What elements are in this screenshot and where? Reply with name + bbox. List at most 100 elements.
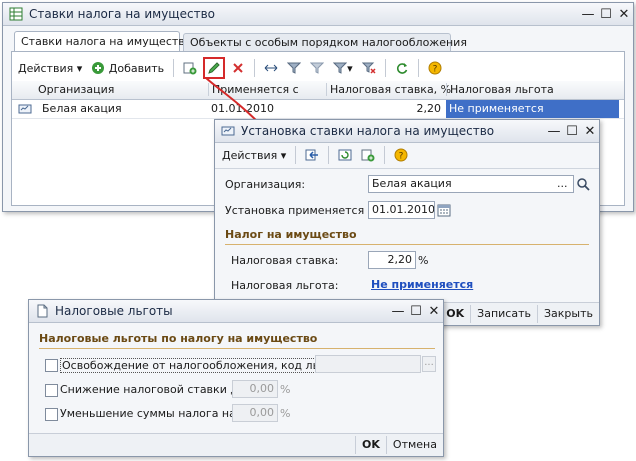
copy-button[interactable] [358,145,378,165]
edit-button[interactable] [203,57,226,79]
search-icon[interactable] [576,177,590,191]
cancel-button[interactable]: Отмена [385,436,443,454]
filter-icon [333,62,348,74]
section-divider [225,244,589,245]
help-icon: ? [394,148,408,162]
refresh-doc-icon [338,149,352,161]
benefits-dialog-titlebar[interactable]: Налоговые льготы — ☐ ✕ [29,300,443,323]
tab-special-objects-label: Объекты с особым порядком налогообложени… [190,36,467,49]
exemption-select-button[interactable]: ... [422,356,436,372]
org-field[interactable]: Белая акация [368,175,574,193]
document-icon [37,304,48,318]
close-icon[interactable]: ✕ [581,124,599,139]
save-close-icon [305,149,319,161]
reread-button[interactable] [335,145,355,165]
close-button[interactable]: Закрыть [537,305,599,323]
delete-button[interactable] [228,58,248,78]
actions-menu[interactable]: Действия ▾ [219,145,289,165]
record-icon [18,104,32,114]
range-button[interactable] [261,58,281,78]
amount-reduction-checkbox[interactable] [45,408,58,421]
main-titlebar[interactable]: Ставки налога на имущество — ☐ ✕ [3,3,633,26]
help-button[interactable]: ? [425,58,445,78]
benefits-section: Налоговые льготы по налогу на имущество [39,332,318,345]
benefits-dialog-title: Налоговые льготы [55,304,173,318]
org-value: Белая акация [372,177,452,190]
column-header-date[interactable]: Применяется с [208,83,328,96]
date-value: 01.01.2010 [372,203,435,216]
toolbar-separator [328,146,330,164]
amount-reduction-field[interactable]: 0,00 [232,404,278,422]
tab-special-objects[interactable]: Объекты с особым порядком налогообложени… [183,33,467,51]
add-button[interactable]: Добавить [88,58,167,78]
svg-text:?: ? [399,152,404,162]
filter-list-button[interactable]: ▾ [330,58,356,78]
toolbar-divider [215,168,599,169]
copy-plus-icon [361,149,375,162]
arrows-horizontal-icon [264,64,278,72]
rate-dialog-title: Установка ставки налога на имущество [241,124,495,138]
exemption-label: Освобождение от налогообложения, код льг… [60,358,353,373]
filter-clear-icon [361,62,376,74]
main-toolbar: Действия ▾ Добавить ▾ ? [15,57,445,79]
actions-label: Действия [18,61,74,75]
toolbar-separator [417,59,419,77]
benefits-dialog-buttons: OK Отмена [29,433,443,456]
cell-rate: 2,20 [416,102,442,115]
toolbar-separator [384,146,386,164]
rate-reduction-checkbox[interactable] [45,384,58,397]
maximize-icon[interactable]: ☐ [407,304,425,319]
save-close-button[interactable] [302,145,322,165]
help-button[interactable]: ? [391,145,411,165]
benefit-link[interactable]: Не применяется [371,278,473,291]
tab-rates[interactable]: Ставки налога на имущество [14,31,192,51]
filter-value-button[interactable] [307,58,327,78]
column-header-rate[interactable]: Налоговая ставка, % [326,83,452,96]
help-icon: ? [428,61,442,75]
filter-icon [310,62,325,74]
column-header-benefit[interactable]: Налоговая льгота [446,83,620,96]
table-row[interactable]: Белая акация 01.01.2010 2,20 Не применяе… [12,100,624,119]
maximize-icon[interactable]: ☐ [597,7,615,22]
benefits-dialog: Налоговые льготы — ☐ ✕ Налоговые льготы … [28,299,444,457]
rate-dialog-toolbar: Действия ▾ ? [219,145,411,165]
rate-dialog-titlebar[interactable]: Установка ставки налога на имущество — ☐… [215,120,599,143]
minimize-icon[interactable]: — [579,7,597,22]
column-org-label: Организация [38,83,115,96]
calendar-icon[interactable] [437,203,451,217]
column-date-label: Применяется с [212,83,299,96]
ok-button[interactable]: OK [355,436,386,454]
date-field[interactable]: 01.01.2010 [368,201,435,219]
cell-benefit: Не применяется [446,100,619,118]
minimize-icon[interactable]: — [545,124,563,139]
toolbar-separator [173,59,175,77]
save-button[interactable]: Записать [470,305,537,323]
column-benefit-label: Налоговая льгота [450,83,554,96]
toolbar-separator [295,146,297,164]
column-rate-label: Налоговая ставка, % [330,83,452,96]
cell-org: Белая акация [42,102,122,115]
actions-menu[interactable]: Действия ▾ [15,58,85,78]
exemption-code-field[interactable] [315,355,421,373]
rate-reduction-field[interactable]: 0,00 [232,380,278,398]
section-divider [39,348,435,349]
filter-icon [287,62,302,74]
plus-circle-icon [92,62,105,74]
close-icon[interactable]: ✕ [615,7,633,22]
column-header-org[interactable]: Организация [38,83,204,96]
copy-button[interactable] [180,58,200,78]
pencil-icon [208,62,220,74]
exemption-checkbox[interactable] [45,359,58,372]
org-select-button[interactable]: ... [557,177,568,190]
maximize-icon[interactable]: ☐ [563,124,581,139]
tab-rates-label: Ставки налога на имущество [21,35,192,48]
record-icon [221,126,235,136]
rate-reduction-label: Снижение налоговой ставки до: [60,383,249,396]
close-icon[interactable]: ✕ [425,304,443,319]
filter-button[interactable] [284,58,304,78]
clear-filter-button[interactable] [359,58,379,78]
refresh-button[interactable] [392,58,412,78]
rate-unit: % [418,254,429,267]
minimize-icon[interactable]: — [389,304,407,319]
rate-field[interactable]: 2,20 [368,251,416,269]
